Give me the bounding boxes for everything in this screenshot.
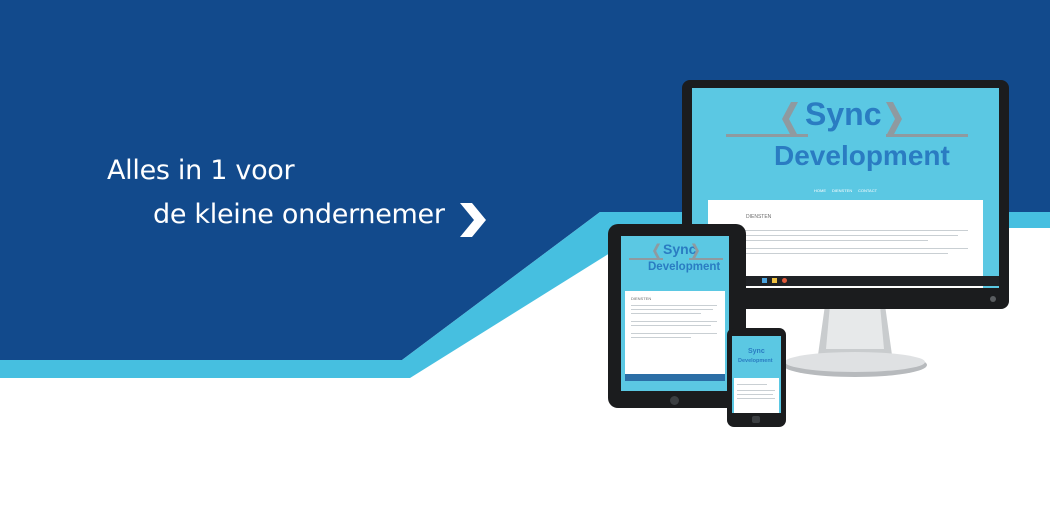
page-content [734, 378, 779, 413]
page-content: DIENSTEN [708, 200, 983, 288]
logo-bar-left [726, 134, 808, 137]
logo-bar-right [886, 134, 968, 137]
section-title: DIENSTEN [631, 296, 652, 301]
chevron-right-icon [691, 243, 699, 259]
tablet-screen: Sync Development DIENSTEN [621, 236, 729, 391]
section-title: DIENSTEN [746, 214, 772, 220]
chevron-right-icon [460, 203, 486, 237]
nav-item-contact[interactable]: CONTACT [858, 188, 877, 193]
logo-bar-right [689, 258, 723, 260]
logo-sync: Sync [748, 348, 765, 355]
chevron-left-icon [782, 102, 798, 136]
taskbar-icon [772, 278, 777, 283]
monitor-stand [783, 305, 927, 377]
logo-bar-left [629, 258, 663, 260]
headline-line-2: de kleine ondernemer [153, 199, 445, 230]
page-footer [625, 374, 725, 381]
logo-development: Development [648, 261, 721, 273]
nav-item-diensten[interactable]: DIENSTEN [832, 188, 852, 193]
chevron-right-icon [886, 102, 902, 136]
page-content: DIENSTEN [625, 291, 725, 381]
taskbar-icon [762, 278, 767, 283]
tablet-home-button [670, 396, 679, 405]
logo-sync: Sync [805, 96, 882, 132]
taskbar-icon [782, 278, 787, 283]
logo-development: Development [774, 140, 950, 171]
phone-screen: Sync Development [732, 336, 781, 413]
headline-line-1: Alles in 1 voor [107, 155, 295, 186]
monitor-power-button [990, 296, 996, 302]
phone-home-button [752, 416, 760, 423]
nav-item-home[interactable]: HOME [814, 188, 826, 193]
logo-development: Development [738, 358, 773, 364]
chevron-left-icon [653, 243, 661, 259]
